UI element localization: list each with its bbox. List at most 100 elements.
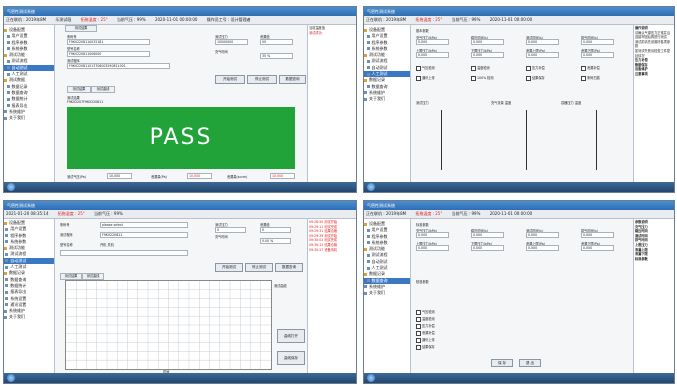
param-field[interactable]: 0.000 bbox=[471, 52, 504, 58]
start-test-button[interactable]: 开始测试 bbox=[215, 75, 245, 84]
play-icon bbox=[6, 66, 10, 70]
taskbar bbox=[4, 182, 356, 192]
param-field[interactable]: 0.000 bbox=[416, 52, 449, 58]
info-icon bbox=[4, 315, 7, 319]
tree-item[interactable]: 关于我们 bbox=[4, 314, 54, 320]
start-icon[interactable] bbox=[367, 374, 375, 382]
param-panel: 标准参数 充气压力(kPa) 0.000 稳压时间(s) 0.000 测试时间(… bbox=[411, 219, 633, 373]
param-field[interactable]: 0.000 bbox=[581, 52, 614, 58]
curve-open-button[interactable]: 曲线打开 bbox=[277, 329, 305, 343]
param-field[interactable]: 0.000 bbox=[416, 232, 449, 238]
model-field[interactable]: F9K0220811006000 bbox=[67, 51, 150, 57]
program-field[interactable]: F9K0220811 bbox=[100, 232, 188, 238]
start-icon[interactable] bbox=[367, 183, 375, 191]
param-field[interactable]: 0.000 bbox=[581, 232, 614, 238]
stop-test-button[interactable]: 停止测试 bbox=[245, 263, 273, 272]
param-field[interactable]: 0 bbox=[260, 227, 291, 233]
gear-icon bbox=[366, 47, 370, 51]
option-checkbox[interactable]: 压力补偿 bbox=[526, 65, 545, 71]
status-item: 当前气压 : 99% bbox=[116, 17, 146, 22]
option-checkbox[interactable]: 100% 检测 bbox=[471, 75, 494, 81]
param-field[interactable]: 0.000 bbox=[526, 39, 559, 45]
tab-result[interactable]: 测试结果 bbox=[67, 86, 91, 93]
save-button[interactable]: 保 存 bbox=[491, 359, 513, 367]
param-field[interactable]: 0.00 % bbox=[260, 238, 291, 244]
tab-result[interactable]: 测试结果 bbox=[60, 273, 82, 280]
export-icon bbox=[6, 104, 10, 108]
calib-row[interactable]: 通讯上传 bbox=[416, 337, 435, 343]
param-field[interactable]: 0.000 bbox=[581, 39, 614, 45]
checkbox-icon bbox=[581, 65, 586, 71]
group-title: 测试压力 bbox=[416, 101, 429, 105]
param-field[interactable]: 35 % bbox=[260, 53, 293, 59]
barcode-field[interactable]: please select bbox=[100, 222, 188, 228]
checkbox-icon bbox=[526, 75, 531, 81]
tab-test-result[interactable]: 测试结果 bbox=[65, 25, 97, 32]
status-item: 乐测试段 bbox=[55, 17, 72, 22]
window-title: 气密性测试系统 bbox=[364, 7, 674, 16]
status-item: 正在联机 : 2019年8M bbox=[366, 17, 407, 22]
chart-icon bbox=[5, 284, 9, 288]
param-field[interactable]: 0.000 bbox=[526, 232, 559, 238]
option-checkbox[interactable]: 温度检测 bbox=[471, 65, 490, 71]
model-field[interactable] bbox=[60, 250, 188, 256]
calib-row[interactable]: 压力补偿 bbox=[416, 323, 435, 329]
program-field[interactable]: F9K0220811013706003290811001 bbox=[67, 63, 170, 69]
barcode-field[interactable]: F9K02208110032181 bbox=[67, 39, 150, 45]
option-checkbox[interactable]: 结果保存 bbox=[526, 75, 545, 81]
start-test-button[interactable]: 开始测试 bbox=[215, 263, 243, 272]
start-icon[interactable] bbox=[7, 374, 15, 382]
param-field[interactable]: 0.000 bbox=[471, 39, 504, 45]
param-field[interactable]: 0.000 bbox=[526, 52, 559, 58]
param-field[interactable]: 0.000 bbox=[416, 245, 449, 251]
flow-icon bbox=[366, 59, 370, 63]
tree-item[interactable]: 关于我们 bbox=[364, 290, 410, 296]
chart-icon bbox=[6, 97, 10, 101]
option-checkbox[interactable]: 条码扫描 bbox=[581, 75, 600, 81]
option-checkbox[interactable]: 通讯上传 bbox=[416, 75, 435, 81]
param-field[interactable]: 0.000 bbox=[581, 245, 614, 251]
wrench-icon bbox=[364, 91, 367, 95]
tree-item[interactable]: 关于我们 bbox=[4, 115, 54, 121]
stop-test-button[interactable]: 停止测试 bbox=[247, 75, 277, 84]
data-query-button[interactable]: 数据查询 bbox=[275, 263, 303, 272]
folder-icon bbox=[4, 53, 7, 57]
exit-button[interactable]: 退 出 bbox=[519, 359, 541, 367]
nav-tree: 设备配置 用户设置 程序参数 系统参数 测试功能 测试流程 自动测试 人工测试 … bbox=[364, 25, 411, 184]
tab-curve[interactable]: 测试曲线 bbox=[91, 86, 115, 93]
calib-row[interactable]: 泄漏补偿 bbox=[416, 330, 435, 336]
gear-icon bbox=[366, 241, 370, 245]
folder-icon bbox=[364, 247, 367, 251]
calib-row[interactable]: 温度检测 bbox=[416, 316, 435, 322]
event-log: 09:28:50 测试开始 09:29:11 测试完成 09:29:31 结果合… bbox=[307, 219, 356, 373]
data-query-button[interactable]: 数据查询 bbox=[279, 75, 306, 84]
param-field[interactable]: 0.000 bbox=[526, 245, 559, 251]
status-item: 当前气压 : 99% bbox=[451, 211, 481, 216]
checkbox-icon bbox=[471, 75, 476, 81]
main-panel: 测试结果 条码号 F9K02208110032181 型号名称 F9K02208… bbox=[55, 25, 307, 182]
option-checkbox[interactable]: 气压检测 bbox=[416, 65, 435, 71]
tab-curve[interactable]: 测试曲线 bbox=[82, 273, 104, 280]
param-field[interactable]: 0.000 bbox=[416, 39, 449, 45]
param-field[interactable]: 10000000 bbox=[215, 39, 248, 45]
curve-save-button[interactable]: 曲线保存 bbox=[277, 351, 305, 365]
on-off-check[interactable]: 开机 关机 bbox=[100, 242, 114, 247]
option-checkbox[interactable]: 泄漏补偿 bbox=[581, 65, 600, 71]
tree-item[interactable]: 关于我们 bbox=[364, 96, 410, 102]
gear-icon bbox=[366, 41, 370, 45]
param-field[interactable]: 0.000 bbox=[471, 232, 504, 238]
param-label: 充气时间 bbox=[215, 235, 228, 239]
start-icon[interactable] bbox=[7, 183, 15, 191]
folder-icon bbox=[4, 78, 7, 82]
param-field[interactable]: 00 bbox=[260, 39, 293, 45]
bottom-label: 泄漏量(sccm) bbox=[227, 175, 248, 179]
wrench-icon bbox=[364, 285, 367, 289]
status-bar: 正在联机 : 2019年8M 拓拖温度 : 25° 当前气压 : 99% 202… bbox=[364, 210, 674, 219]
calib-row[interactable]: 气压检测 bbox=[416, 309, 435, 315]
vessel-gauge bbox=[596, 110, 597, 170]
calib-row[interactable]: 结果保存 bbox=[416, 344, 435, 350]
status-item: 正在联机 : 2019年8M bbox=[6, 17, 47, 22]
barcode-label: 条码号 bbox=[60, 223, 70, 227]
param-field[interactable]: 0.000 bbox=[471, 245, 504, 251]
param-field[interactable]: 0 bbox=[215, 227, 246, 233]
